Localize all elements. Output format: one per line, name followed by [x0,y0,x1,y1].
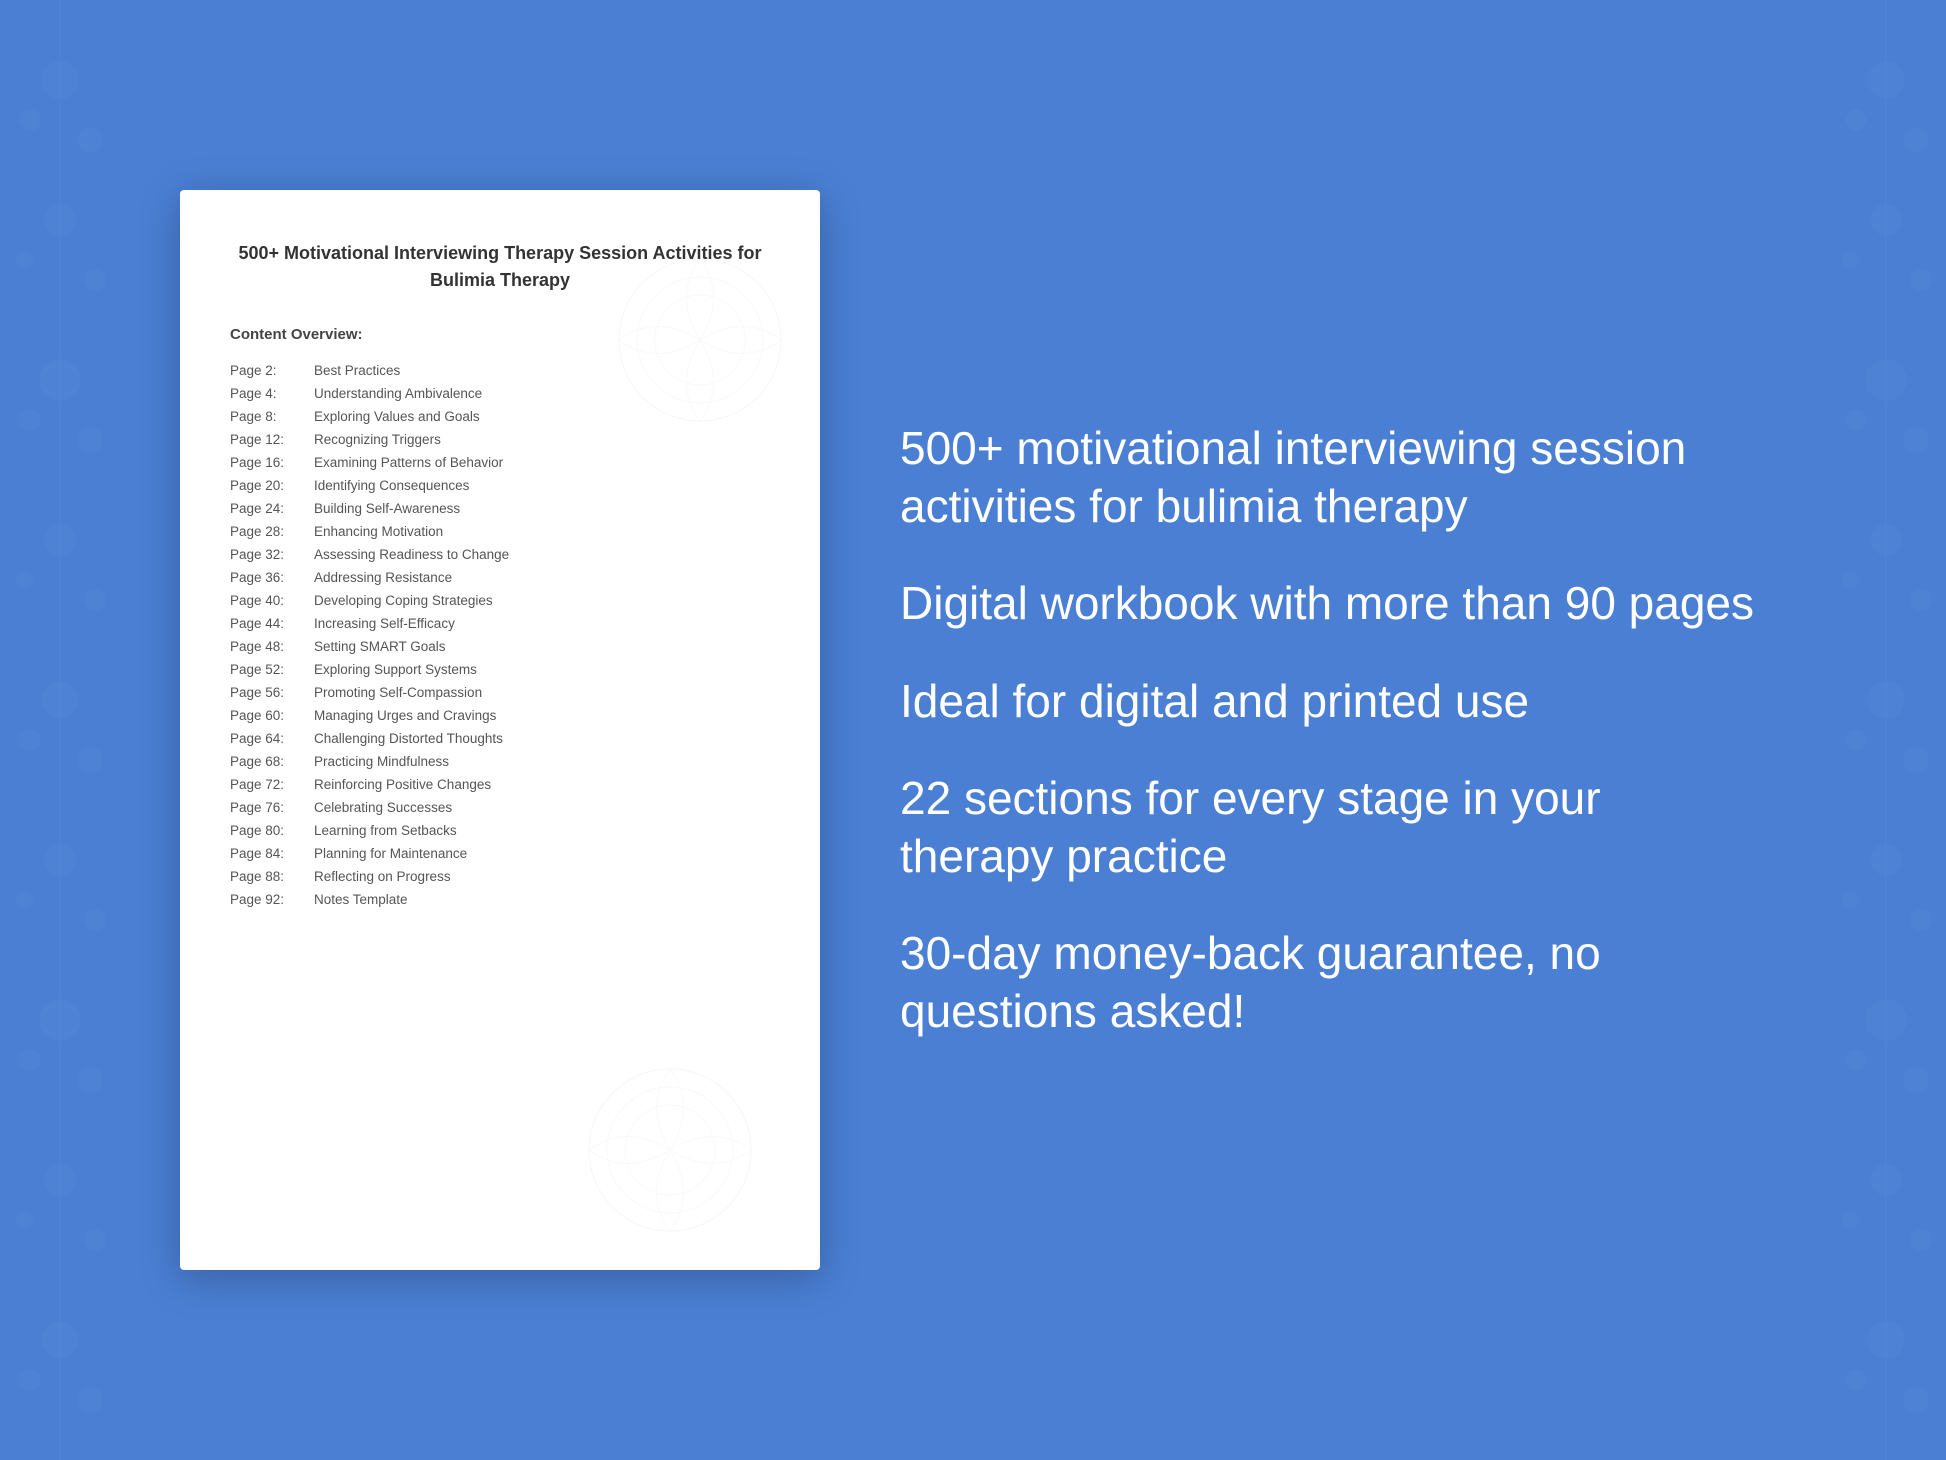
toc-page-title: Setting SMART Goals [314,639,446,654]
toc-item: Page 80: Learning from Setbacks [230,819,770,842]
toc-page-number: Page 56: [230,685,310,700]
toc-page-number: Page 36: [230,570,310,585]
floral-decoration-right [1786,0,1946,1460]
feature-item-3: Ideal for digital and printed use [900,673,1766,731]
toc-page-number: Page 80: [230,823,310,838]
toc-page-title: Practicing Mindfulness [314,754,449,769]
toc-page-number: Page 92: [230,892,310,907]
toc-item: Page 76: Celebrating Successes [230,796,770,819]
toc-item: Page 48: Setting SMART Goals [230,635,770,658]
toc-item: Page 4: Understanding Ambivalence [230,382,770,405]
floral-decoration-left [0,0,160,1460]
toc-item: Page 88: Reflecting on Progress [230,865,770,888]
feature-item-5: 30-day money-back guarantee, no question… [900,925,1766,1040]
feature-item-2: Digital workbook with more than 90 pages [900,575,1766,633]
toc-page-number: Page 72: [230,777,310,792]
toc-page-number: Page 88: [230,869,310,884]
toc-item: Page 8: Exploring Values and Goals [230,405,770,428]
toc-page-number: Page 28: [230,524,310,539]
toc-item: Page 68: Practicing Mindfulness [230,750,770,773]
toc-page-title: Challenging Distorted Thoughts [314,731,503,746]
toc-page-number: Page 40: [230,593,310,608]
toc-page-title: Identifying Consequences [314,478,469,493]
toc-header: Content Overview: [230,326,770,343]
toc-item: Page 36: Addressing Resistance [230,566,770,589]
toc-page-number: Page 84: [230,846,310,861]
toc-item: Page 12: Recognizing Triggers [230,428,770,451]
toc-item: Page 2: Best Practices [230,359,770,382]
toc-page-title: Learning from Setbacks [314,823,457,838]
toc-page-title: Managing Urges and Cravings [314,708,496,723]
toc-page-number: Page 68: [230,754,310,769]
toc-page-title: Enhancing Motivation [314,524,443,539]
toc-page-title: Notes Template [314,892,408,907]
toc-item: Page 92: Notes Template [230,888,770,911]
features-panel: 500+ motivational interviewing session a… [900,420,1766,1040]
toc-page-title: Understanding Ambivalence [314,386,482,401]
toc-list: Page 2: Best Practices Page 4: Understandin… [230,359,770,911]
toc-page-title: Promoting Self-Compassion [314,685,482,700]
toc-page-title: Planning for Maintenance [314,846,467,861]
toc-item: Page 60: Managing Urges and Cravings [230,704,770,727]
toc-page-title: Increasing Self-Efficacy [314,616,455,631]
document-title: 500+ Motivational Interviewing Therapy S… [230,240,770,294]
toc-item: Page 44: Increasing Self-Efficacy [230,612,770,635]
toc-page-number: Page 8: [230,409,310,424]
toc-page-title: Addressing Resistance [314,570,452,585]
toc-page-number: Page 60: [230,708,310,723]
toc-item: Page 24: Building Self-Awareness [230,497,770,520]
document-mockup: 500+ Motivational Interviewing Therapy S… [180,190,820,1270]
toc-item: Page 32: Assessing Readiness to Change [230,543,770,566]
content-area: 500+ Motivational Interviewing Therapy S… [0,130,1946,1330]
toc-page-title: Developing Coping Strategies [314,593,493,608]
toc-page-number: Page 2: [230,363,310,378]
toc-page-title: Exploring Support Systems [314,662,477,677]
toc-page-title: Examining Patterns of Behavior [314,455,503,470]
toc-page-title: Reinforcing Positive Changes [314,777,491,792]
watermark-bottom [580,1060,760,1240]
toc-page-title: Exploring Values and Goals [314,409,480,424]
toc-page-title: Best Practices [314,363,400,378]
toc-item: Page 64: Challenging Distorted Thoughts [230,727,770,750]
toc-page-title: Assessing Readiness to Change [314,547,509,562]
toc-page-title: Reflecting on Progress [314,869,451,884]
toc-item: Page 84: Planning for Maintenance [230,842,770,865]
toc-page-title: Recognizing Triggers [314,432,441,447]
toc-item: Page 28: Enhancing Motivation [230,520,770,543]
toc-page-number: Page 48: [230,639,310,654]
toc-item: Page 20: Identifying Consequences [230,474,770,497]
toc-item: Page 72: Reinforcing Positive Changes [230,773,770,796]
toc-page-number: Page 32: [230,547,310,562]
toc-page-title: Building Self-Awareness [314,501,460,516]
toc-page-number: Page 16: [230,455,310,470]
toc-page-number: Page 52: [230,662,310,677]
toc-page-number: Page 24: [230,501,310,516]
toc-item: Page 40: Developing Coping Strategies [230,589,770,612]
toc-item: Page 56: Promoting Self-Compassion [230,681,770,704]
feature-item-4: 22 sections for every stage in your ther… [900,770,1766,885]
toc-page-number: Page 12: [230,432,310,447]
toc-item: Page 52: Exploring Support Systems [230,658,770,681]
toc-page-number: Page 44: [230,616,310,631]
toc-page-number: Page 20: [230,478,310,493]
toc-item: Page 16: Examining Patterns of Behavior [230,451,770,474]
toc-page-number: Page 4: [230,386,310,401]
toc-page-number: Page 76: [230,800,310,815]
feature-item-1: 500+ motivational interviewing session a… [900,420,1766,535]
toc-page-number: Page 64: [230,731,310,746]
toc-page-title: Celebrating Successes [314,800,452,815]
